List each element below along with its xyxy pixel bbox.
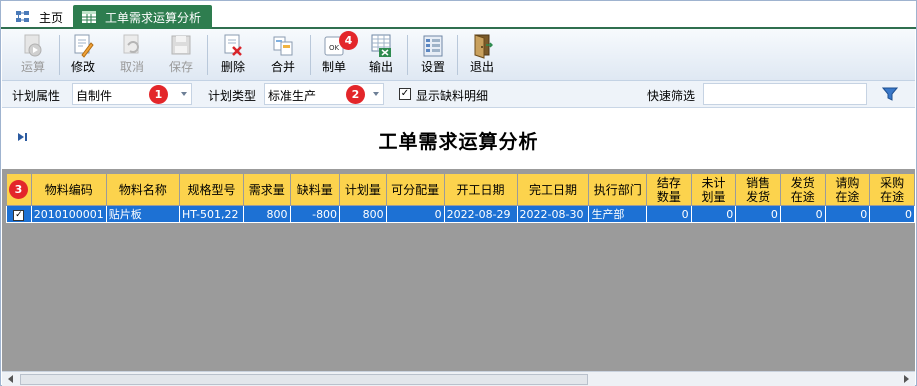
column-header[interactable]: 计划量 [339, 173, 387, 206]
tab-analysis[interactable]: 工单需求运算分析 [73, 5, 212, 29]
scroll-left-icon[interactable] [8, 375, 13, 383]
cell-start-date[interactable]: 2022-08-29 [443, 205, 518, 223]
column-header[interactable]: 需求量 [242, 173, 291, 206]
delete-icon [222, 33, 244, 59]
cell-shortage-qty[interactable]: -800 [289, 205, 341, 223]
edit-button[interactable]: 修改 [60, 31, 106, 79]
callout-badge-2: 2 [346, 85, 365, 104]
row-select-cell[interactable]: ✓ [6, 205, 32, 223]
cell-sales-shipped[interactable]: 0 [735, 205, 781, 223]
merge-button[interactable]: 合并 [260, 31, 306, 79]
report-header: 工单需求运算分析 [2, 109, 915, 167]
filter-icon[interactable] [881, 86, 899, 105]
plan-type-value: 标准生产 [268, 89, 317, 103]
quick-filter-label: 快速筛选 [647, 89, 696, 103]
cell-purchase-in-transit[interactable]: 0 [869, 205, 915, 223]
plan-attr-value: 自制件 [76, 89, 113, 103]
row-checkbox[interactable]: ✓ [13, 210, 25, 221]
exit-button[interactable]: 退出 [459, 31, 505, 79]
column-header[interactable]: 执行部门 [588, 173, 647, 206]
cancel-button[interactable]: 取消 [109, 31, 155, 79]
column-header[interactable]: 规格型号 [179, 173, 244, 206]
column-header[interactable]: 请购在途 [824, 173, 871, 206]
filter-bar: 计划属性 自制件 1 计划类型 标准生产 2 ✓ 显示缺料明细 快速筛选 [2, 81, 915, 108]
cell-stock-qty[interactable]: 0 [646, 205, 692, 223]
run-button[interactable]: 运算 [10, 31, 56, 79]
settings-button[interactable]: 设置 [410, 31, 456, 79]
tab-home[interactable]: 主页 [7, 5, 71, 29]
cell-requisition-in-transit[interactable]: 0 [824, 205, 871, 223]
table-row[interactable]: ✓ 2010100001 贴片板 HT-501,22 800 -800 800 … [6, 205, 915, 223]
column-header[interactable]: 未计划量 [690, 173, 737, 206]
svg-text:OK: OK [329, 44, 340, 52]
tab-bar: 主页 工单需求运算分析 [1, 1, 916, 29]
delete-button[interactable]: 删除 [210, 31, 256, 79]
plan-type-select[interactable]: 标准生产 [264, 83, 384, 105]
grid-header-row: 3 物料编码 物料名称 规格型号 需求量 缺料量 计划量 可分配量 开工日期 完… [6, 173, 915, 206]
plan-attr-label: 计划属性 [12, 89, 61, 103]
column-header[interactable]: 销售发货 [735, 173, 781, 206]
edit-icon [72, 33, 94, 59]
horizontal-scrollbar[interactable] [2, 371, 915, 386]
chevron-down-icon[interactable] [181, 92, 187, 96]
chevron-down-icon[interactable] [373, 92, 379, 96]
callout-badge-4: 4 [339, 31, 358, 50]
toolbar-separator [457, 35, 458, 75]
callout-badge-1: 1 [149, 85, 168, 104]
cell-shipping-in-transit[interactable]: 0 [779, 205, 826, 223]
window: 主页 工单需求运算分析 运算 修改 取消 保存 删除 合并 OK 制单 输出 设… [0, 0, 917, 386]
show-shortage-label: 显示缺料明细 [416, 89, 489, 103]
scroll-right-icon[interactable] [904, 375, 909, 383]
plan-attr-select[interactable]: 自制件 [72, 83, 192, 105]
column-header[interactable]: 开工日期 [443, 173, 518, 206]
column-header[interactable]: 采购在途 [869, 173, 915, 206]
export-icon [370, 33, 392, 59]
cell-demand-qty[interactable]: 800 [242, 205, 291, 223]
save-button[interactable]: 保存 [158, 31, 204, 79]
scrollbar-thumb[interactable] [20, 374, 588, 385]
cancel-icon [121, 33, 143, 59]
tab-home-label: 主页 [39, 10, 64, 25]
exit-icon [471, 33, 494, 59]
settings-icon [422, 33, 444, 59]
data-grid: 3 物料编码 物料名称 规格型号 需求量 缺料量 计划量 可分配量 开工日期 完… [2, 169, 915, 371]
show-shortage-checkbox[interactable]: ✓ [399, 88, 411, 100]
column-header[interactable]: 缺料量 [289, 173, 341, 206]
column-header[interactable]: 发货在途 [779, 173, 826, 206]
cell-plan-qty[interactable]: 800 [339, 205, 387, 223]
cell-finish-date[interactable]: 2022-08-30 [516, 205, 590, 223]
cell-department[interactable]: 生产部 [588, 205, 647, 223]
tab-analysis-label: 工单需求运算分析 [105, 10, 202, 25]
export-button[interactable]: 输出 [358, 31, 404, 79]
column-header[interactable]: 完工日期 [516, 173, 590, 206]
column-header[interactable]: 结存数量 [646, 173, 692, 206]
page-title: 工单需求运算分析 [378, 131, 539, 153]
cell-item-code[interactable]: 2010100001 [30, 205, 107, 223]
table-icon [81, 10, 97, 24]
grid-table: 3 物料编码 物料名称 规格型号 需求量 缺料量 计划量 可分配量 开工日期 完… [6, 173, 915, 223]
toolbar-separator [407, 35, 408, 75]
column-header[interactable]: 物料编码 [30, 173, 107, 206]
cell-unplanned-qty[interactable]: 0 [690, 205, 737, 223]
cell-allocatable-qty[interactable]: 0 [385, 205, 445, 223]
toolbar: 运算 修改 取消 保存 删除 合并 OK 制单 输出 设置 退出 4 [2, 29, 915, 81]
merge-icon [272, 33, 294, 59]
quick-filter-input[interactable] [703, 83, 867, 105]
run-icon [22, 33, 44, 59]
save-icon [170, 33, 192, 59]
callout-badge-3: 3 [9, 180, 28, 199]
cell-item-name[interactable]: 贴片板 [105, 205, 181, 223]
toolbar-separator [207, 35, 208, 75]
cell-spec[interactable]: HT-501,22 [179, 205, 244, 223]
column-header[interactable]: 可分配量 [385, 173, 445, 206]
select-all-header[interactable]: 3 [6, 173, 32, 206]
column-header[interactable]: 物料名称 [105, 173, 181, 206]
plan-type-label: 计划类型 [208, 89, 257, 103]
home-icon [15, 10, 31, 24]
